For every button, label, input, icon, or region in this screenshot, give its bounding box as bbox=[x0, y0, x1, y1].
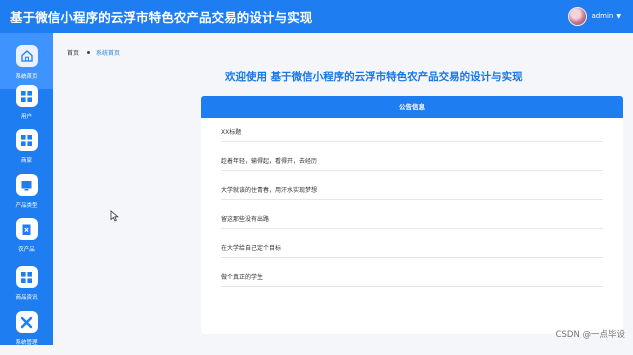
user-menu[interactable]: admin ▼ bbox=[568, 6, 621, 26]
sidebar-item-merchants[interactable]: 商家 bbox=[0, 129, 53, 173]
sidebar-item-label: 系统首页 bbox=[15, 74, 38, 80]
username[interactable]: admin bbox=[591, 12, 613, 20]
list-item[interactable]: 做个真正的学生 bbox=[221, 270, 603, 287]
breadcrumb-current: 系统首页 bbox=[96, 50, 121, 57]
sidebar-item-label: 商品资讯 bbox=[15, 295, 38, 301]
grid-icon bbox=[15, 129, 38, 151]
tools-icon bbox=[15, 311, 38, 333]
home-icon bbox=[15, 45, 38, 67]
sidebar-item-home[interactable]: 系统首页 bbox=[0, 33, 53, 89]
sidebar: 系统首页 用户 商家 产品类型 农产品 商品资讯 系统管理 bbox=[0, 33, 53, 346]
grid-icon bbox=[15, 266, 38, 288]
notice-panel-title: 公告信息 bbox=[201, 96, 623, 118]
list-item[interactable]: 在大学给自己定个目标 bbox=[221, 241, 603, 258]
grid-icon bbox=[15, 85, 38, 107]
sidebar-item-label: 农产品 bbox=[18, 247, 35, 253]
sidebar-item-system[interactable]: 系统管理 bbox=[0, 311, 53, 355]
list-item[interactable]: 留这那些没有出路 bbox=[221, 212, 603, 229]
page-title: 欢迎使用 基于微信小程序的云浮市特色农产品交易的设计与实现 bbox=[225, 71, 523, 83]
top-bar: 基于微信小程序的云浮市特色农产品交易的设计与实现 admin ▼ bbox=[0, 0, 633, 33]
mouse-cursor-icon bbox=[110, 210, 119, 222]
breadcrumb-separator bbox=[87, 51, 91, 54]
main-content: 首页 系统首页 欢迎使用 基于微信小程序的云浮市特色农产品交易的设计与实现 公告信… bbox=[53, 33, 633, 345]
sidebar-item-users[interactable]: 用户 bbox=[0, 85, 53, 129]
clipboard-icon bbox=[15, 218, 38, 240]
list-item[interactable]: 大学就该的住青春，用汗水实现梦想 bbox=[221, 183, 603, 200]
list-item[interactable]: 趁着年轻，输得起，看得开，去经历 bbox=[221, 154, 603, 171]
sidebar-item-news[interactable]: 商品资讯 bbox=[0, 266, 53, 310]
list-item[interactable]: XX标题 bbox=[221, 125, 603, 142]
notice-panel: 公告信息 XX标题 趁着年轻，输得起，看得开，去经历 大学就该的住青春，用汗水实… bbox=[201, 96, 623, 334]
folder-icon bbox=[15, 174, 38, 196]
app-title: 基于微信小程序的云浮市特色农产品交易的设计与实现 bbox=[10, 10, 313, 25]
avatar[interactable] bbox=[568, 6, 588, 26]
sidebar-item-produce[interactable]: 农产品 bbox=[0, 218, 53, 262]
chevron-down-icon[interactable]: ▼ bbox=[616, 13, 621, 20]
breadcrumb-home[interactable]: 首页 bbox=[67, 50, 79, 57]
watermark: CSDN @一点毕设 bbox=[555, 330, 625, 340]
breadcrumb: 首页 系统首页 bbox=[67, 48, 120, 57]
sidebar-item-label: 产品类型 bbox=[15, 203, 38, 209]
sidebar-item-product-types[interactable]: 产品类型 bbox=[0, 174, 53, 218]
sidebar-item-label: 商家 bbox=[20, 158, 32, 164]
sidebar-item-label: 用户 bbox=[20, 114, 32, 120]
